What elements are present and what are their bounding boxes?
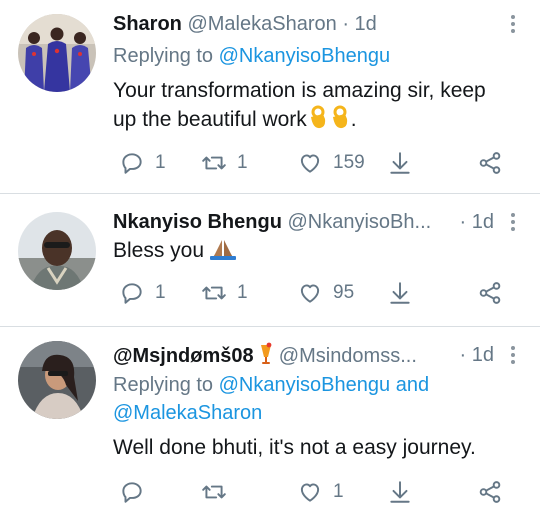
separator-dot: · (459, 211, 467, 233)
tweet-actions: 1 (113, 477, 513, 507)
tweet-actions: 1 1 159 (113, 148, 513, 178)
download-button[interactable] (387, 477, 413, 507)
username[interactable]: @Msindomss... (279, 345, 417, 367)
tweet-text: Bless you (113, 236, 512, 268)
tweet-text: Well done bhuti, it's not a easy journey… (113, 433, 512, 462)
tweet-meta: · 1d (460, 341, 494, 369)
replying-to-conjunction: and (390, 374, 430, 396)
separator-dot: · (342, 13, 349, 35)
tweet-actions: 1 1 95 (113, 278, 513, 308)
retweet-button[interactable]: 1 (201, 148, 248, 178)
share-icon (479, 282, 501, 304)
like-icon (300, 284, 320, 303)
share-button[interactable] (477, 148, 503, 178)
reply-count: 1 (155, 152, 166, 173)
timestamp[interactable]: 1d (355, 13, 377, 35)
share-icon (479, 481, 501, 503)
retweet-count: 1 (237, 152, 248, 173)
like-button[interactable]: 159 (297, 148, 365, 178)
avatar[interactable] (18, 212, 96, 290)
tweet-text-line: Your transformation is amazing sir, keep (113, 79, 486, 102)
retweet-count: 1 (237, 282, 248, 303)
tweet-text-segment: . (350, 108, 357, 131)
retweet-icon (202, 286, 226, 300)
retweet-icon (202, 156, 226, 170)
tweet-text-segment: Bless you (113, 239, 205, 262)
mention-link[interactable]: @NkanyisoBhengu (219, 374, 391, 396)
display-name[interactable]: Nkanyiso Bhengu (113, 211, 282, 233)
replying-to-line-2: @MalekaSharon (113, 399, 262, 427)
replying-to: Replying to @NkanyisoBhengu (113, 42, 390, 70)
download-button[interactable] (387, 278, 413, 308)
ok-hand-emoji (307, 105, 329, 137)
tweet-text-line: up the beautiful work. (113, 105, 512, 137)
download-icon (390, 152, 410, 174)
download-icon (390, 282, 410, 304)
tweet-text: Your transformation is amazing sir, keep… (113, 76, 512, 137)
like-icon (300, 483, 320, 502)
share-button[interactable] (477, 278, 503, 308)
like-count: 95 (333, 282, 355, 303)
download-button[interactable] (387, 148, 413, 178)
like-count: 159 (333, 152, 365, 173)
username[interactable]: @MalekaSharon (187, 13, 336, 35)
share-icon (479, 152, 501, 174)
like-button[interactable]: 1 (297, 477, 344, 507)
display-name[interactable]: @Msjndømš08 (113, 345, 254, 367)
folded-hands-emoji (209, 238, 236, 268)
tropical-drink-emoji (259, 341, 273, 373)
separator-dot: · (459, 344, 467, 366)
reply-icon (122, 283, 142, 304)
reply-count: 1 (155, 282, 166, 303)
tweet[interactable]: Sharon @MalekaSharon · 1d Replying to @N… (0, 0, 540, 192)
replying-to-prefix: Replying to (113, 374, 219, 396)
more-options-icon[interactable] (506, 344, 520, 366)
tweet-text-segment: up the beautiful work (113, 108, 307, 131)
replying-to: Replying to @NkanyisoBhengu and (113, 371, 429, 399)
avatar[interactable] (18, 341, 96, 419)
retweet-icon (202, 485, 226, 499)
download-icon (390, 481, 410, 503)
username[interactable]: @NkanyisoBh... (287, 211, 431, 233)
timestamp[interactable]: 1d (472, 211, 494, 233)
mention-link[interactable]: @MalekaSharon (113, 402, 262, 424)
mention-link[interactable]: @NkanyisoBhengu (219, 45, 391, 67)
more-options-icon[interactable] (506, 13, 520, 35)
more-options-icon[interactable] (506, 211, 520, 233)
like-count: 1 (333, 481, 344, 502)
tweet-header: Sharon @MalekaSharon · 1d (113, 10, 520, 38)
tweet-text-segment: Well done bhuti, it's not a easy journey… (113, 436, 476, 459)
ok-hand-emoji (329, 105, 351, 137)
share-button[interactable] (477, 477, 503, 507)
replying-to-prefix: Replying to (113, 45, 219, 67)
tweet[interactable]: Nkanyiso Bhengu @NkanyisoBh... · 1d Bles… (0, 194, 540, 324)
retweet-button[interactable]: 1 (201, 278, 248, 308)
tweet-meta: · 1d (460, 208, 494, 236)
like-button[interactable]: 95 (297, 278, 354, 308)
timestamp[interactable]: 1d (472, 344, 494, 366)
display-name[interactable]: Sharon (113, 13, 182, 35)
tweet[interactable]: @Msjndømš08 @Msindomss... · 1d Replying … (0, 327, 540, 523)
reply-button[interactable]: 1 (119, 148, 166, 178)
like-icon (300, 154, 320, 173)
reply-icon (122, 482, 142, 503)
reply-button[interactable]: 1 (119, 278, 166, 308)
reply-button[interactable] (119, 477, 155, 507)
reply-icon (122, 153, 142, 174)
retweet-button[interactable] (201, 477, 237, 507)
avatar[interactable] (18, 14, 96, 92)
